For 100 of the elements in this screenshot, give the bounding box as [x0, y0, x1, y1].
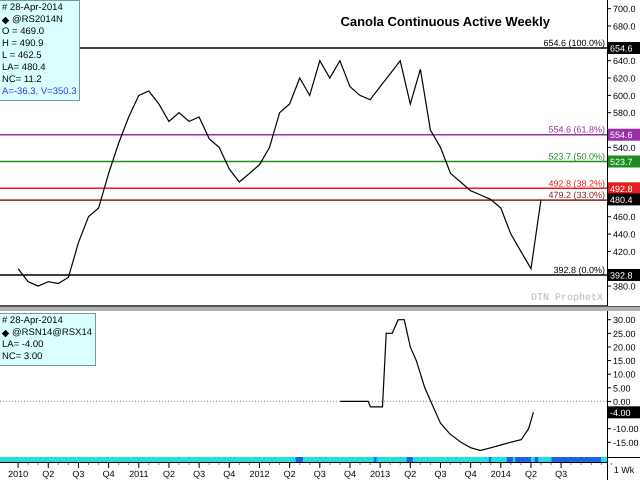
fibonacci-level-label: 492.8 (38.2%)	[548, 178, 605, 188]
level-badge: 523.7	[608, 156, 640, 168]
legend-date: # 28-Apr-2014	[2, 315, 64, 327]
y-axis-label: 600.0	[608, 90, 636, 101]
source-mark: DTN ProphetX	[530, 293, 603, 304]
x-tick-label: Q3	[555, 469, 568, 479]
x-axis-label: Q3	[434, 462, 446, 479]
fibonacci-level-label: 554.6 (61.8%)	[548, 124, 605, 135]
y-axis-label: 680.0	[608, 22, 636, 32]
x-axis-label: 2014	[490, 462, 511, 479]
fibonacci-level-label: 392.8 (0.0%)	[553, 264, 605, 275]
y-axis-label: -10.00	[608, 424, 639, 434]
y-axis-label: 0.00	[608, 396, 631, 407]
x-axis-label: Q4	[102, 462, 115, 479]
x-tick-label: Q2	[524, 469, 537, 479]
x-tick-label: Q3	[434, 469, 446, 479]
x-tick-label: 2012	[249, 469, 270, 479]
x-tick-label: Q2	[284, 469, 296, 479]
y-tick-label: 15.00	[613, 356, 636, 366]
x-tick-label: Q4	[102, 469, 115, 479]
fibonacci-level-label: 479.2 (33.0%)	[548, 190, 605, 200]
y-axis-label: 10.00	[608, 370, 636, 380]
x-axis-label: Q3	[555, 462, 568, 479]
legend-value: NC= 11.2	[2, 74, 43, 86]
x-axis-label: Q2	[162, 462, 175, 479]
y-tick-label: 580.0	[613, 108, 636, 118]
y-axis-label: 640.0	[608, 56, 636, 66]
x-axis-label: Q3	[72, 462, 84, 479]
y-axis-label: 460.0	[608, 212, 636, 222]
y-tick-label: 540.0	[613, 142, 636, 153]
fibonacci-level-label: 654.6 (100.0%)	[543, 38, 605, 48]
x-axis-label: Q4	[344, 462, 356, 479]
x-axis-label: Q2	[42, 462, 54, 479]
x-tick-label: Q4	[223, 469, 236, 479]
diamond-icon	[2, 16, 9, 24]
y-tick-label: 20.00	[613, 342, 636, 352]
y-axis-label: 15.00	[608, 356, 636, 366]
x-tick-label: Q3	[314, 469, 326, 479]
level-badge: 492.8	[608, 182, 640, 194]
x-tick-label: 2011	[129, 469, 148, 479]
legend-symbol: @RS2014N	[12, 14, 63, 26]
y-axis-label: 20.00	[608, 342, 636, 352]
y-tick-label: -10.00	[613, 424, 639, 434]
y-axis-label: 540.0	[608, 142, 636, 153]
x-axis-label: Q2	[284, 462, 296, 479]
x-axis-label: Q4	[464, 462, 477, 479]
chart-title: Canola Continuous Active Weekly	[340, 14, 550, 29]
x-axis-label: Q2	[404, 462, 416, 479]
x-axis-label: Q3	[193, 462, 206, 479]
x-axis-label: 2011	[129, 462, 148, 479]
legend-value: LA= -4.00	[2, 339, 44, 351]
y-tick-label: 10.00	[613, 370, 636, 380]
y-tick-label: 600.0	[613, 90, 636, 101]
y-tick-label: -15.00	[613, 438, 639, 448]
y-tick-label: 440.0	[613, 230, 636, 240]
y-tick-label: 620.0	[613, 74, 636, 84]
x-tick-label: Q2	[42, 469, 54, 479]
last-price-badge: 480.4	[608, 193, 640, 206]
legend-value: LA= 480.4	[2, 62, 47, 74]
y-tick-label: 380.0	[613, 282, 636, 292]
y-axis-label: 580.0	[608, 108, 636, 118]
x-tick-label: 2010	[8, 469, 28, 479]
y-axis-label: 25.00	[608, 328, 636, 339]
y-tick-label: 5.00	[613, 383, 631, 394]
last-value-badge: -4.00	[608, 406, 640, 418]
legend-date: # 28-Apr-2014	[2, 2, 64, 14]
y-tick-label: 640.0	[613, 56, 636, 66]
x-tick-label: Q4	[344, 469, 356, 479]
x-tick-label: 2014	[490, 469, 511, 479]
y-axis-label: 380.0	[608, 282, 636, 292]
y-axis-label: 700.0	[608, 4, 636, 14]
x-axis-label: 2013	[370, 462, 390, 479]
level-badge: 554.6	[608, 128, 640, 141]
x-axis-label: 2012	[249, 462, 270, 479]
y-axis-label: 620.0	[608, 74, 636, 84]
y-axis-label: 440.0	[608, 230, 636, 240]
y-tick-label: 30.00	[613, 315, 636, 326]
legend-value: NC= 3.00	[2, 351, 44, 363]
x-tick-label: Q3	[72, 469, 84, 479]
level-badge: 654.6	[608, 42, 640, 54]
interval-label: 1 Wk	[614, 464, 634, 474]
legend-value: L = 462.5	[2, 50, 43, 62]
x-tick-label: 2013	[370, 469, 390, 479]
y-tick-label: 700.0	[613, 4, 636, 14]
x-axis-label: Q4	[223, 462, 236, 479]
legend-symbol: @RSN14@RSX14	[12, 327, 92, 339]
diamond-icon	[2, 330, 9, 336]
x-axis-label: 2010	[8, 462, 28, 479]
y-axis-label: -15.00	[608, 438, 639, 448]
y-tick-label: 420.0	[613, 246, 636, 257]
legend-footer: A=-36.3, V=350.3	[2, 86, 76, 98]
fibonacci-level-label: 523.7 (50.0%)	[548, 152, 605, 162]
x-tick-label: Q3	[193, 469, 206, 479]
legend-value: H = 490.9	[2, 38, 44, 50]
x-tick-label: Q2	[404, 469, 416, 479]
y-axis-label: 30.00	[608, 315, 636, 326]
y-axis-label: 5.00	[608, 383, 631, 394]
x-tick-label: Q2	[162, 469, 175, 479]
level-badge: 392.8	[608, 268, 640, 281]
y-tick-label: 25.00	[613, 328, 636, 339]
